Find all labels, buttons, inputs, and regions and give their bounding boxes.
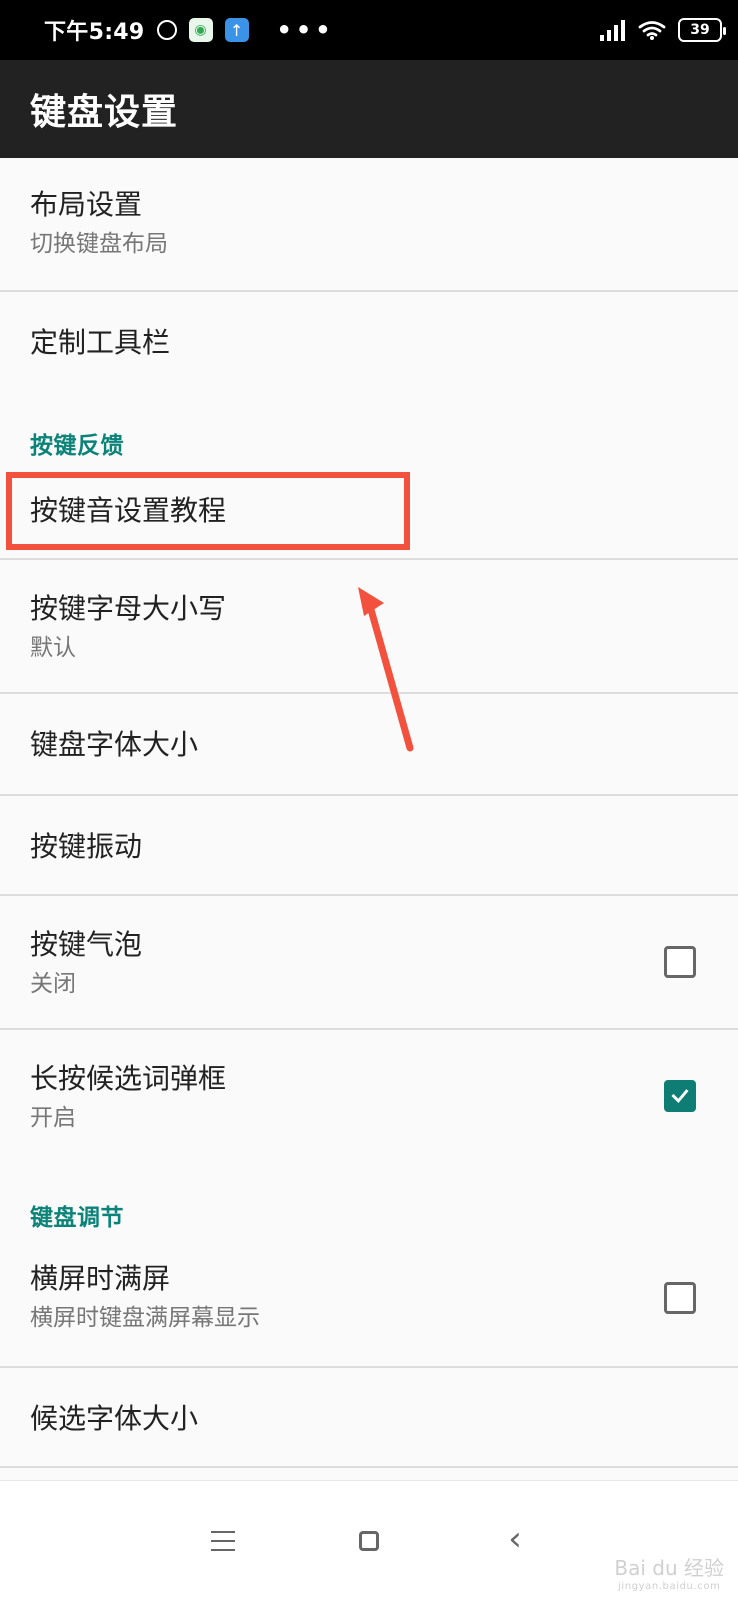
app-icon: ◉: [188, 18, 213, 42]
key-bubble-checkbox[interactable]: [664, 946, 696, 978]
candidate-popup-checkbox[interactable]: [664, 1080, 696, 1112]
wifi-icon: [638, 19, 666, 41]
key-bubble-title: 按键气泡: [30, 928, 143, 961]
key-bubble-row[interactable]: 按键气泡 关闭: [0, 896, 738, 1030]
status-right: 39: [600, 18, 726, 42]
status-bar: 下午5:49 ◉ ↑ ••• 39: [0, 0, 738, 60]
upload-icon: ↑: [224, 18, 249, 42]
back-button[interactable]: ‹: [493, 1519, 537, 1563]
layout-setting-title: 布局设置: [30, 188, 143, 221]
candidate-font-size-title: 候选字体大小: [30, 1402, 199, 1435]
status-left: 下午5:49 ◉ ↑ •••: [44, 14, 335, 46]
landscape-fullscreen-row[interactable]: 横屏时满屏 横屏时键盘满屏幕显示: [0, 1234, 738, 1368]
section-key-feedback: 按键反馈: [30, 433, 124, 459]
back-icon: ‹: [508, 1518, 522, 1559]
candidate-popup-subtitle: 开启: [30, 1105, 76, 1131]
status-time: 下午5:49: [44, 20, 145, 45]
home-button[interactable]: [347, 1519, 391, 1563]
landscape-fullscreen-title: 横屏时满屏: [30, 1262, 171, 1295]
battery-level: 39: [690, 22, 710, 38]
watermark-brand: Bai du 经验: [614, 1556, 724, 1580]
key-sound-tutorial-title: 按键音设置教程: [30, 494, 227, 527]
home-icon: [359, 1530, 379, 1551]
more-dots-icon: •••: [276, 16, 335, 44]
toolbar-setting-title: 定制工具栏: [30, 326, 171, 359]
candidate-popup-row[interactable]: 长按候选词弹框 开启: [0, 1030, 738, 1164]
toolbar-setting-row[interactable]: 定制工具栏: [0, 292, 738, 394]
alarm-icon: [156, 20, 177, 40]
layout-setting-subtitle: 切换键盘布局: [30, 231, 168, 257]
landscape-fullscreen-subtitle: 横屏时键盘满屏幕显示: [30, 1305, 260, 1331]
key-vibration-title: 按键振动: [30, 830, 143, 863]
letter-case-title: 按键字母大小写: [30, 592, 227, 625]
keyboard-font-size-title: 键盘字体大小: [30, 728, 199, 761]
letter-case-row[interactable]: 按键字母大小写 默认: [0, 560, 738, 694]
key-sound-tutorial-row[interactable]: 按键音设置教程: [0, 466, 738, 560]
layout-setting-row[interactable]: 布局设置 切换键盘布局: [0, 158, 738, 292]
key-bubble-subtitle: 关闭: [30, 971, 76, 997]
app-bar: 键盘设置: [0, 60, 738, 158]
page-title: 键盘设置: [30, 92, 179, 133]
watermark-url: jingyan.baidu.com: [617, 1581, 721, 1592]
check-icon: [671, 1089, 689, 1104]
cellular-signal-icon: [600, 19, 626, 41]
battery-icon: 39: [678, 18, 726, 42]
section-keyboard-adjust: 键盘调节: [30, 1205, 124, 1231]
candidate-popup-title: 长按候选词弹框: [30, 1062, 227, 1095]
recent-apps-button[interactable]: [201, 1519, 245, 1563]
key-vibration-row[interactable]: 按键振动: [0, 796, 738, 896]
keyboard-font-size-row[interactable]: 键盘字体大小: [0, 694, 738, 796]
menu-icon: [211, 1530, 235, 1551]
candidate-font-size-row[interactable]: 候选字体大小: [0, 1368, 738, 1468]
watermark: Bai du 经验 jingyan.baidu.com: [614, 1558, 724, 1592]
landscape-fullscreen-checkbox[interactable]: [664, 1282, 696, 1314]
letter-case-subtitle: 默认: [30, 635, 76, 661]
